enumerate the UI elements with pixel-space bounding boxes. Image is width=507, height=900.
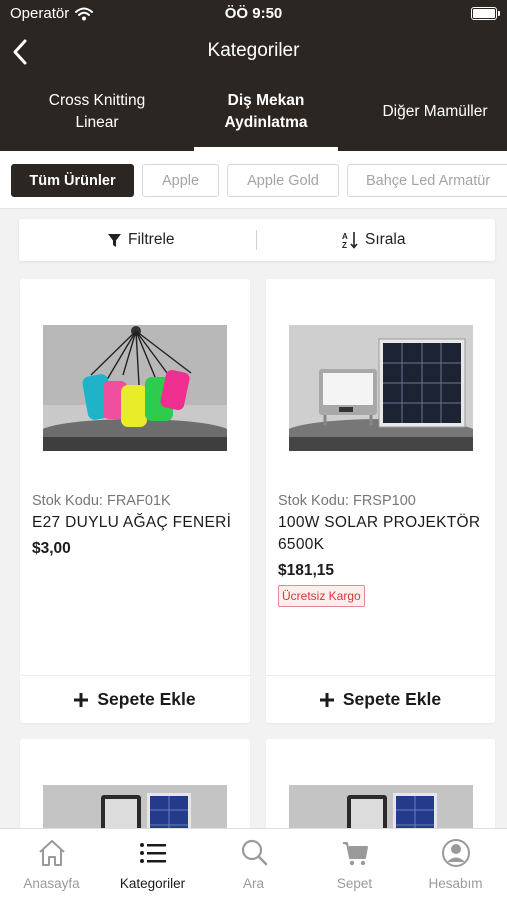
tab-search[interactable]: Ara: [203, 829, 304, 900]
cart-icon: [343, 842, 368, 866]
search-icon: [241, 839, 268, 866]
plus-icon: [319, 692, 334, 707]
add-to-cart-label: Sepete Ekle: [342, 689, 442, 709]
tab-account[interactable]: Hesabım: [405, 829, 506, 900]
tab-dis-mekan[interactable]: Diş Mekan Aydinlatma: [194, 90, 338, 134]
status-bar: Operatör ÖÖ 9:50: [0, 0, 507, 28]
product-image-lanterns[interactable]: [43, 325, 227, 451]
sort-label: Sırala: [365, 231, 406, 248]
tab-cross-knitting[interactable]: Cross Knitting Linear: [34, 90, 160, 134]
chip-apple[interactable]: Apple: [142, 164, 219, 197]
tab-cart[interactable]: Sepet: [304, 829, 405, 900]
tab-label: Anasayfa: [23, 876, 80, 891]
chip-all-products[interactable]: Tüm Ürünler: [11, 164, 134, 197]
navigation-bar: Kategoriler: [0, 30, 507, 74]
tab-label-line1: Diğer Mamüller: [382, 103, 488, 120]
add-to-cart-button[interactable]: Sepete Ekle: [266, 675, 495, 723]
home-icon: [39, 840, 65, 866]
tab-label-line1: Cross Knitting: [48, 92, 146, 109]
chip-apple-gold[interactable]: Apple Gold: [227, 164, 339, 197]
stock-code: Stok Kodu: FRAF01K: [32, 493, 171, 509]
account-icon: [442, 839, 470, 867]
tab-label: Ara: [242, 876, 264, 891]
tab-label: Sepet: [336, 876, 373, 891]
product-card[interactable]: Stok Kodu: FRAF01K E27 DUYLU AĞAÇ FENERİ…: [20, 279, 250, 723]
top-header: Operatör ÖÖ 9:50 Kategoriler Cross Knitt…: [0, 0, 507, 151]
sort-button[interactable]: A Z Sırala: [342, 219, 406, 261]
stock-code: Stok Kodu: FRSP100: [278, 493, 416, 509]
toolbar-divider: [256, 230, 257, 250]
product-price: $181,15: [278, 562, 335, 579]
category-tabs: Cross Knitting Linear Diş Mekan Aydinlat…: [0, 80, 507, 151]
filter-button[interactable]: Filtrele: [107, 219, 175, 261]
tab-diger-mamuller[interactable]: Diğer Mamüller: [370, 101, 500, 123]
product-price: $3,00: [32, 540, 71, 557]
product-card[interactable]: Stok Kodu: FRSP100 100W SOLAR PROJEKTÖR …: [266, 279, 495, 723]
tab-label: Kategoriler: [119, 876, 186, 891]
subcategory-chips: Tüm Ürünler Apple Apple Gold Bahçe Led A…: [0, 151, 507, 209]
bottom-tab-bar: Anasayfa Kategoriler Ara Sepet Hesabım: [0, 828, 507, 900]
sort-az-icon: A Z: [342, 232, 358, 249]
page-title: Kategoriler: [207, 40, 300, 61]
free-shipping-badge: Ücretsiz Kargo: [278, 585, 365, 607]
status-time: ÖÖ 9:50: [224, 5, 283, 22]
tab-label-line2: Linear: [75, 114, 119, 131]
tab-label: Hesabım: [428, 876, 483, 891]
svg-text:A: A: [342, 232, 348, 241]
chip-bahce-led[interactable]: Bahçe Led Armatür: [347, 164, 507, 197]
tab-categories[interactable]: Kategoriler: [102, 829, 203, 900]
product-name[interactable]: 100W SOLAR PROJEKTÖR 6500K: [278, 512, 493, 556]
product-name[interactable]: E27 DUYLU AĞAÇ FENERİ: [32, 512, 247, 534]
filter-label: Filtrele: [128, 231, 175, 248]
add-to-cart-label: Sepete Ekle: [97, 689, 196, 709]
filter-sort-bar: Filtrele A Z Sırala: [19, 219, 495, 261]
tab-home[interactable]: Anasayfa: [1, 829, 102, 900]
svg-text:Z: Z: [342, 241, 347, 249]
plus-icon: [74, 692, 89, 707]
funnel-icon: [108, 233, 121, 247]
product-image-solar-projector[interactable]: [289, 325, 473, 451]
battery-icon: [471, 7, 500, 20]
list-icon: [140, 843, 166, 863]
add-to-cart-button[interactable]: Sepete Ekle: [20, 675, 250, 723]
tab-label-line1: Diş Mekan: [227, 92, 305, 109]
tab-label-line2: Aydinlatma: [224, 114, 308, 131]
